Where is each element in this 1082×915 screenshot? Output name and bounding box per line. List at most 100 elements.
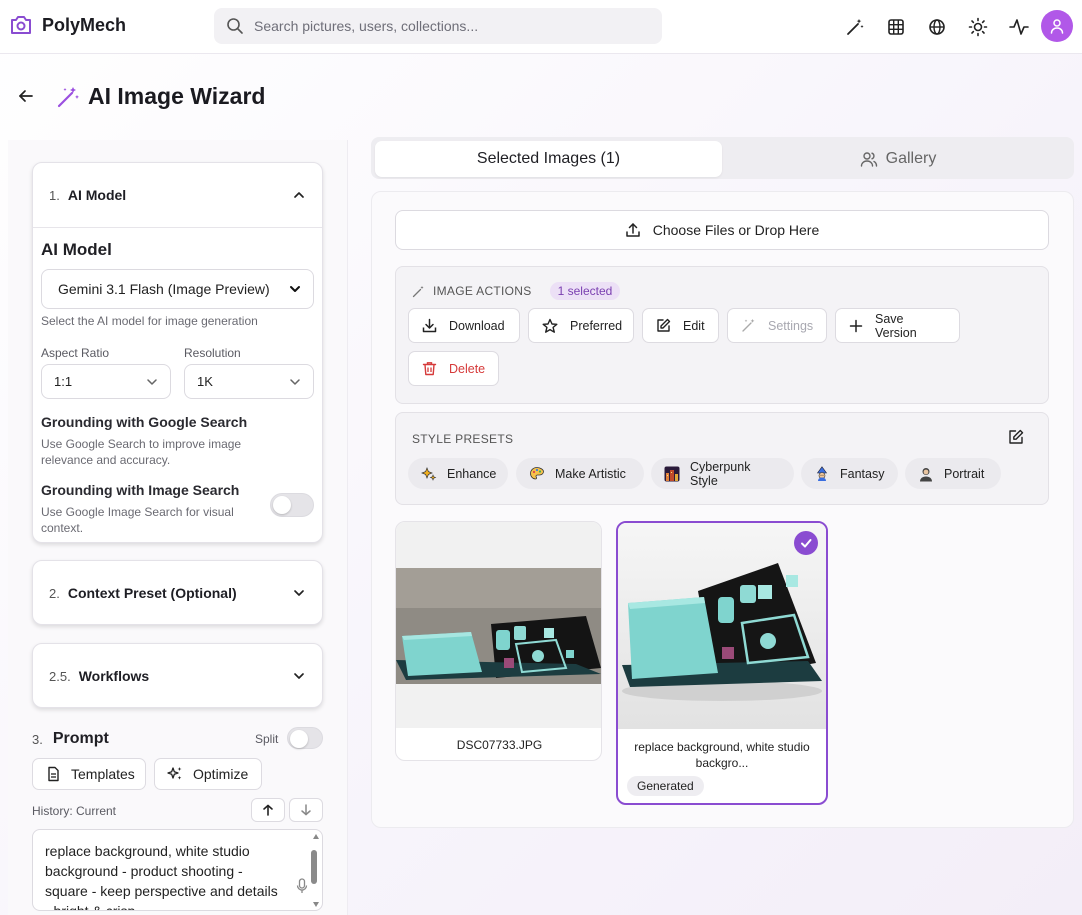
preset-portrait[interactable]: Portrait — [905, 458, 1001, 489]
image-actions-title: IMAGE ACTIONS — [433, 284, 532, 298]
tab-selected-images[interactable]: Selected Images (1) — [375, 141, 722, 177]
image-thumbnail[interactable] — [618, 523, 826, 729]
person-icon — [918, 466, 934, 482]
brand-name: PolyMech — [42, 14, 127, 35]
wizard-icon — [814, 465, 830, 482]
settings-button[interactable]: Settings — [727, 308, 827, 343]
product-photo — [618, 523, 826, 729]
search-bar[interactable] — [214, 8, 662, 44]
search-icon — [226, 17, 244, 35]
image-grounding-hint: Use Google Image Search for visual conte… — [41, 505, 234, 535]
history-next-button[interactable] — [289, 798, 323, 822]
document-icon — [45, 766, 61, 782]
magic-wand-icon[interactable] — [843, 15, 867, 39]
chevron-down-icon — [292, 669, 306, 683]
edit-icon — [656, 318, 671, 333]
camera-icon — [9, 14, 33, 36]
microphone-icon[interactable] — [296, 878, 308, 894]
preset-enhance[interactable]: Enhance — [408, 458, 508, 489]
image-caption: replace background, white studio backgro… — [634, 740, 810, 770]
split-toggle[interactable] — [287, 727, 323, 749]
aspect-ratio-label: Aspect Ratio — [41, 346, 110, 360]
aspect-ratio-select[interactable]: 1:1 — [41, 364, 171, 399]
trash-icon — [422, 361, 437, 376]
optimize-button[interactable]: Optimize — [154, 758, 262, 790]
chevron-down-icon — [146, 376, 158, 388]
model-hint: Select the AI model for image generation — [41, 314, 258, 328]
chevron-up-icon — [292, 188, 306, 202]
textarea-scrollbar[interactable] — [310, 834, 320, 908]
avatar[interactable] — [1041, 10, 1073, 42]
split-label: Split — [255, 732, 279, 746]
chevron-down-icon — [289, 283, 301, 295]
users-icon — [860, 151, 878, 167]
image-caption: DSC07733.JPG — [456, 738, 543, 752]
page-title: AI Image Wizard — [88, 83, 266, 109]
google-grounding-toggle[interactable] — [270, 493, 314, 517]
upload-icon — [625, 222, 641, 238]
download-icon — [422, 318, 437, 333]
selected-count-badge: 1 selected — [549, 282, 621, 300]
ai-model-card: 1. AI Model AI Model Gemini 3.1 Flash (Im… — [32, 162, 323, 609]
image-thumbnail[interactable] — [396, 522, 601, 728]
edit-button[interactable]: Edit — [642, 308, 719, 343]
back-arrow-icon[interactable] — [17, 87, 35, 105]
accordion-title: AI Model — [67, 187, 127, 203]
check-circle-icon[interactable] — [794, 531, 818, 555]
preset-make-artistic[interactable]: Make Artistic — [516, 458, 644, 489]
download-button[interactable]: Download — [408, 308, 520, 343]
preferred-button[interactable]: Preferred — [528, 308, 634, 343]
user-icon — [1049, 18, 1065, 34]
plus-icon — [849, 319, 863, 333]
edit-presets-icon[interactable] — [1008, 429, 1024, 445]
context-preset-accordion-header[interactable]: 2. Context Preset (Optional) — [33, 561, 322, 625]
preset-fantasy[interactable]: Fantasy — [801, 458, 898, 489]
google-grounding-hint: Use Google Search to improve image relev… — [41, 437, 242, 467]
sparkles-icon — [167, 766, 183, 782]
resolution-select[interactable]: 1K — [184, 364, 314, 399]
prompt-heading: 3. Prompt — [32, 730, 109, 747]
tab-gallery[interactable]: Gallery — [726, 141, 1070, 177]
generated-badge: Generated — [627, 776, 704, 796]
star-icon — [542, 318, 558, 334]
brand[interactable]: PolyMech — [9, 14, 126, 36]
magic-wand-icon — [56, 85, 80, 109]
history-label: History: Current — [32, 804, 117, 818]
delete-button[interactable]: Delete — [408, 351, 499, 386]
google-grounding-label: Grounding with Google Search — [41, 414, 248, 430]
workflows-card[interactable]: 2.5. Workflows — [32, 643, 323, 708]
product-photo — [396, 568, 601, 684]
grid-icon[interactable] — [884, 15, 908, 39]
globe-icon[interactable] — [925, 15, 949, 39]
page-header: AI Image Wizard — [56, 83, 265, 110]
prompt-textarea[interactable]: replace background, white studio backgro… — [32, 829, 323, 911]
resolution-label: Resolution — [184, 346, 241, 360]
accordion-title: Workflows — [78, 668, 150, 684]
activity-icon[interactable] — [1007, 15, 1031, 39]
city-icon — [664, 466, 680, 482]
sparkle-emoji-icon — [421, 466, 437, 482]
palette-icon — [529, 466, 545, 482]
tab-bar: Selected Images (1) Gallery — [371, 137, 1074, 179]
image-card-original[interactable]: DSC07733.JPG — [395, 521, 602, 761]
ai-model-accordion-header[interactable]: 1. AI Model — [33, 163, 322, 227]
magic-wand-icon — [741, 318, 756, 333]
field-title: AI Model — [41, 240, 112, 259]
model-select[interactable]: Gemini 3.1 Flash (Image Preview) — [41, 269, 314, 309]
image-card-generated[interactable]: replace background, white studio backgro… — [616, 521, 828, 805]
history-prev-button[interactable] — [251, 798, 285, 822]
templates-button[interactable]: Templates — [32, 758, 146, 790]
arrow-down-icon — [300, 804, 312, 816]
top-bar: PolyMech — [0, 0, 1082, 54]
workflows-accordion-header[interactable]: 2.5. Workflows — [33, 644, 322, 708]
prompt-text: replace background, white studio backgro… — [45, 843, 278, 911]
preset-cyberpunk[interactable]: Cyberpunk Style — [651, 458, 794, 489]
context-preset-card[interactable]: 2. Context Preset (Optional) — [32, 560, 323, 625]
sun-icon[interactable] — [966, 15, 990, 39]
save-version-button[interactable]: Save Version — [835, 308, 960, 343]
upload-dropzone[interactable]: Choose Files or Drop Here — [395, 210, 1049, 250]
chevron-down-icon — [289, 376, 301, 388]
accordion-title: Context Preset (Optional) — [67, 585, 237, 601]
search-input[interactable] — [254, 18, 634, 34]
style-presets-title: STYLE PRESETS — [412, 432, 514, 446]
